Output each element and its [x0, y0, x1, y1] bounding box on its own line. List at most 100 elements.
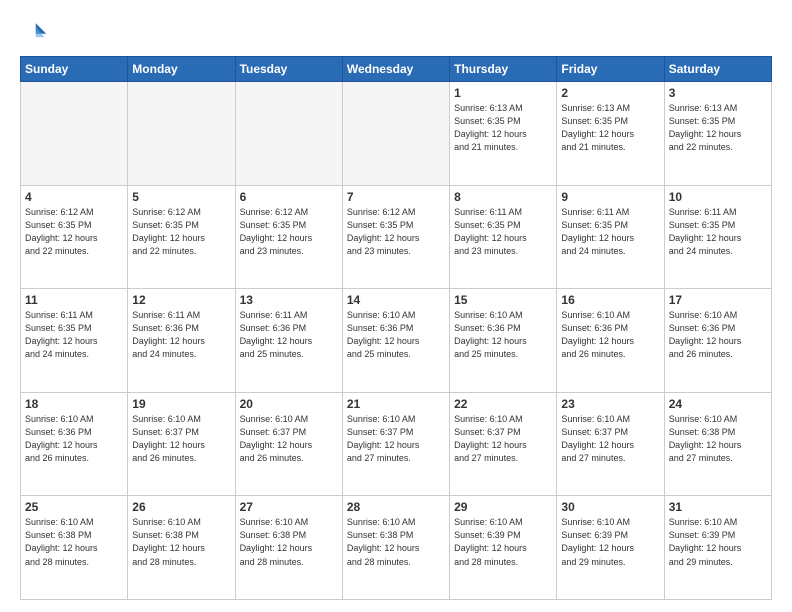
weekday-header: Monday: [128, 57, 235, 82]
day-number: 29: [454, 500, 552, 514]
calendar-week-row: 11Sunrise: 6:11 AM Sunset: 6:35 PM Dayli…: [21, 289, 772, 393]
day-number: 30: [561, 500, 659, 514]
day-info: Sunrise: 6:10 AM Sunset: 6:39 PM Dayligh…: [669, 516, 767, 568]
page: SundayMondayTuesdayWednesdayThursdayFrid…: [0, 0, 792, 612]
day-number: 20: [240, 397, 338, 411]
calendar-cell: 26 Sunrise: 6:10 AM Sunset: 6:38 PM Dayli…: [128, 496, 235, 600]
calendar-week-row: 25 Sunrise: 6:10 AM Sunset: 6:38 PM Dayli…: [21, 496, 772, 600]
calendar-cell: 5 Sunrise: 6:12 AM Sunset: 6:35 PM Daylig…: [128, 185, 235, 289]
calendar-body: 1 Sunrise: 6:13 AM Sunset: 6:35 PM Daylig…: [21, 82, 772, 600]
day-info: Sunrise: 6:10 AM Sunset: 6:37 PM Dayligh…: [561, 413, 659, 465]
day-number: 22: [454, 397, 552, 411]
day-number: 11: [25, 293, 123, 307]
day-number: 24: [669, 397, 767, 411]
day-number: 3: [669, 86, 767, 100]
calendar-cell: 13 Sunrise: 6:11 AM Sunset: 6:36 PM Dayli…: [235, 289, 342, 393]
day-number: 13: [240, 293, 338, 307]
day-info: Sunrise: 6:10 AM Sunset: 6:38 PM Dayligh…: [25, 516, 123, 568]
calendar-table: SundayMondayTuesdayWednesdayThursdayFrid…: [20, 56, 772, 600]
day-info: Sunrise: 6:10 AM Sunset: 6:37 PM Dayligh…: [240, 413, 338, 465]
logo-icon: [20, 18, 48, 46]
day-info: Sunrise: 6:11 AM Sunset: 6:35 PM Dayligh…: [669, 206, 767, 258]
day-info: Sunrise: 6:10 AM Sunset: 6:38 PM Dayligh…: [132, 516, 230, 568]
weekday-header: Thursday: [450, 57, 557, 82]
calendar-cell: 24 Sunrise: 6:10 AM Sunset: 6:38 PM Dayli…: [664, 392, 771, 496]
day-info: Sunrise: 6:12 AM Sunset: 6:35 PM Dayligh…: [347, 206, 445, 258]
calendar-cell: 25 Sunrise: 6:10 AM Sunset: 6:38 PM Dayli…: [21, 496, 128, 600]
day-info: Sunrise: 6:13 AM Sunset: 6:35 PM Dayligh…: [669, 102, 767, 154]
calendar-cell: 20 Sunrise: 6:10 AM Sunset: 6:37 PM Dayli…: [235, 392, 342, 496]
calendar-week-row: 4Sunrise: 6:12 AM Sunset: 6:35 PM Daylig…: [21, 185, 772, 289]
day-number: 2: [561, 86, 659, 100]
calendar-cell: 19 Sunrise: 6:10 AM Sunset: 6:37 PM Dayli…: [128, 392, 235, 496]
day-info: Sunrise: 6:12 AM Sunset: 6:35 PM Dayligh…: [132, 206, 230, 258]
calendar-cell: 11Sunrise: 6:11 AM Sunset: 6:35 PM Dayli…: [21, 289, 128, 393]
calendar-cell: 7 Sunrise: 6:12 AM Sunset: 6:35 PM Daylig…: [342, 185, 449, 289]
calendar-cell: 6Sunrise: 6:12 AM Sunset: 6:35 PM Daylig…: [235, 185, 342, 289]
day-info: Sunrise: 6:10 AM Sunset: 6:38 PM Dayligh…: [669, 413, 767, 465]
day-number: 10: [669, 190, 767, 204]
weekday-header: Wednesday: [342, 57, 449, 82]
calendar-cell: 16 Sunrise: 6:10 AM Sunset: 6:36 PM Dayli…: [557, 289, 664, 393]
day-number: 27: [240, 500, 338, 514]
day-number: 12: [132, 293, 230, 307]
day-number: 9: [561, 190, 659, 204]
day-number: 17: [669, 293, 767, 307]
calendar-cell: 14 Sunrise: 6:10 AM Sunset: 6:36 PM Dayli…: [342, 289, 449, 393]
day-info: Sunrise: 6:10 AM Sunset: 6:36 PM Dayligh…: [669, 309, 767, 361]
calendar-cell: 15 Sunrise: 6:10 AM Sunset: 6:36 PM Dayli…: [450, 289, 557, 393]
day-number: 18: [25, 397, 123, 411]
weekday-header: Saturday: [664, 57, 771, 82]
calendar-cell: 3 Sunrise: 6:13 AM Sunset: 6:35 PM Daylig…: [664, 82, 771, 186]
calendar-cell: [21, 82, 128, 186]
calendar-cell: 22 Sunrise: 6:10 AM Sunset: 6:37 PM Dayli…: [450, 392, 557, 496]
calendar-header: SundayMondayTuesdayWednesdayThursdayFrid…: [21, 57, 772, 82]
logo: [20, 18, 52, 46]
day-info: Sunrise: 6:11 AM Sunset: 6:36 PM Dayligh…: [132, 309, 230, 361]
calendar-cell: 23 Sunrise: 6:10 AM Sunset: 6:37 PM Dayli…: [557, 392, 664, 496]
day-number: 8: [454, 190, 552, 204]
calendar-cell: 2 Sunrise: 6:13 AM Sunset: 6:35 PM Daylig…: [557, 82, 664, 186]
day-info: Sunrise: 6:10 AM Sunset: 6:39 PM Dayligh…: [454, 516, 552, 568]
weekday-header: Friday: [557, 57, 664, 82]
day-info: Sunrise: 6:13 AM Sunset: 6:35 PM Dayligh…: [454, 102, 552, 154]
calendar-cell: 30 Sunrise: 6:10 AM Sunset: 6:39 PM Dayli…: [557, 496, 664, 600]
calendar-cell: [342, 82, 449, 186]
day-number: 7: [347, 190, 445, 204]
day-number: 21: [347, 397, 445, 411]
day-info: Sunrise: 6:11 AM Sunset: 6:36 PM Dayligh…: [240, 309, 338, 361]
day-info: Sunrise: 6:10 AM Sunset: 6:39 PM Dayligh…: [561, 516, 659, 568]
day-info: Sunrise: 6:10 AM Sunset: 6:36 PM Dayligh…: [25, 413, 123, 465]
day-number: 26: [132, 500, 230, 514]
day-number: 1: [454, 86, 552, 100]
day-number: 14: [347, 293, 445, 307]
day-info: Sunrise: 6:10 AM Sunset: 6:38 PM Dayligh…: [240, 516, 338, 568]
day-number: 23: [561, 397, 659, 411]
day-number: 25: [25, 500, 123, 514]
day-info: Sunrise: 6:10 AM Sunset: 6:36 PM Dayligh…: [561, 309, 659, 361]
weekday-header: Sunday: [21, 57, 128, 82]
calendar-cell: 1 Sunrise: 6:13 AM Sunset: 6:35 PM Daylig…: [450, 82, 557, 186]
calendar-week-row: 1 Sunrise: 6:13 AM Sunset: 6:35 PM Daylig…: [21, 82, 772, 186]
header-row: SundayMondayTuesdayWednesdayThursdayFrid…: [21, 57, 772, 82]
calendar-cell: 10 Sunrise: 6:11 AM Sunset: 6:35 PM Dayli…: [664, 185, 771, 289]
day-info: Sunrise: 6:10 AM Sunset: 6:37 PM Dayligh…: [132, 413, 230, 465]
day-info: Sunrise: 6:10 AM Sunset: 6:38 PM Dayligh…: [347, 516, 445, 568]
day-number: 19: [132, 397, 230, 411]
calendar-cell: 27 Sunrise: 6:10 AM Sunset: 6:38 PM Dayli…: [235, 496, 342, 600]
calendar-cell: 29 Sunrise: 6:10 AM Sunset: 6:39 PM Dayli…: [450, 496, 557, 600]
day-info: Sunrise: 6:11 AM Sunset: 6:35 PM Dayligh…: [454, 206, 552, 258]
header: [20, 18, 772, 46]
day-number: 5: [132, 190, 230, 204]
day-info: Sunrise: 6:10 AM Sunset: 6:36 PM Dayligh…: [454, 309, 552, 361]
calendar-cell: [128, 82, 235, 186]
day-info: Sunrise: 6:10 AM Sunset: 6:37 PM Dayligh…: [454, 413, 552, 465]
calendar-week-row: 18 Sunrise: 6:10 AM Sunset: 6:36 PM Dayli…: [21, 392, 772, 496]
day-info: Sunrise: 6:13 AM Sunset: 6:35 PM Dayligh…: [561, 102, 659, 154]
day-info: Sunrise: 6:10 AM Sunset: 6:36 PM Dayligh…: [347, 309, 445, 361]
day-number: 15: [454, 293, 552, 307]
day-number: 16: [561, 293, 659, 307]
calendar-cell: 18 Sunrise: 6:10 AM Sunset: 6:36 PM Dayli…: [21, 392, 128, 496]
day-info: Sunrise: 6:12 AM Sunset: 6:35 PM Dayligh…: [240, 206, 338, 258]
day-info: Sunrise: 6:12 AM Sunset: 6:35 PM Dayligh…: [25, 206, 123, 258]
